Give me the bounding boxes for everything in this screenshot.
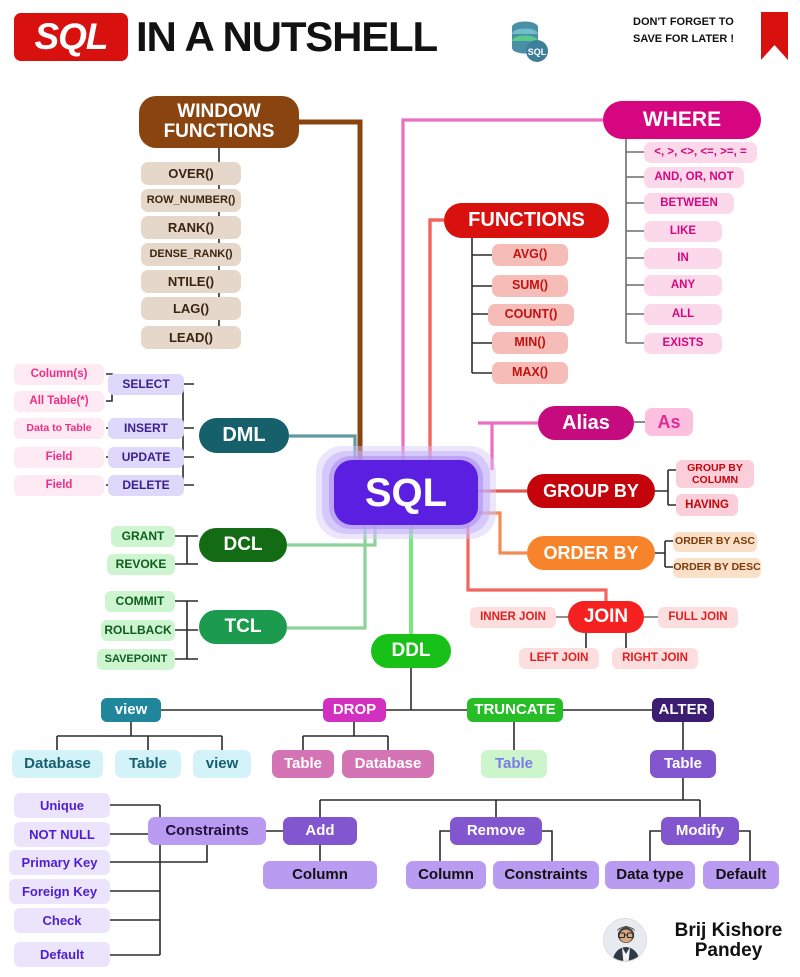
bookmark-icon <box>761 12 788 60</box>
node-alias[interactable]: Alias <box>538 406 634 440</box>
window-functions-title-line1: WINDOW <box>177 101 261 123</box>
join-inner[interactable]: INNER JOIN <box>470 607 556 628</box>
save-note-line1: DON'T FORGET TO <box>633 16 734 28</box>
window-function-item[interactable]: LAG() <box>141 297 241 320</box>
function-item[interactable]: COUNT() <box>488 304 574 326</box>
node-truncate[interactable]: TRUNCATE <box>467 698 563 722</box>
node-join[interactable]: JOIN <box>568 601 644 633</box>
where-item[interactable]: ALL <box>644 304 722 325</box>
drop-item[interactable]: Database <box>342 750 434 778</box>
constraint-item[interactable]: Primary Key <box>9 850 110 875</box>
node-where[interactable]: WHERE <box>603 101 761 139</box>
header-sql-logo: SQL <box>14 13 128 61</box>
where-item[interactable]: LIKE <box>644 221 722 242</box>
where-item[interactable]: AND, OR, NOT <box>644 167 744 188</box>
function-item[interactable]: AVG() <box>492 244 568 266</box>
group-by-item-line2: COLUMN <box>691 474 739 486</box>
tcl-item[interactable]: SAVEPOINT <box>97 649 175 670</box>
svg-text:SQL: SQL <box>528 47 547 57</box>
node-dml[interactable]: DML <box>199 418 289 453</box>
node-modify[interactable]: Modify <box>661 817 739 845</box>
tcl-item[interactable]: COMMIT <box>105 591 175 612</box>
where-item[interactable]: IN <box>644 248 722 269</box>
save-for-later-note: DON'T FORGET TO SAVE FOR LATER ! <box>633 14 751 54</box>
group-by-item-line1: GROUP BY <box>687 461 743 474</box>
window-function-item[interactable]: LEAD() <box>141 326 241 349</box>
node-functions[interactable]: FUNCTIONS <box>444 203 609 238</box>
join-left[interactable]: LEFT JOIN <box>519 648 599 669</box>
node-ddl[interactable]: DDL <box>371 634 451 668</box>
node-add[interactable]: Add <box>283 817 357 845</box>
dml-detail[interactable]: Field <box>14 475 104 496</box>
view-item[interactable]: view <box>193 750 251 778</box>
dml-detail[interactable]: Column(s) <box>14 364 104 385</box>
node-drop[interactable]: DROP <box>323 698 386 722</box>
view-item[interactable]: Table <box>115 750 181 778</box>
drop-item[interactable]: Table <box>272 750 334 778</box>
group-by-item[interactable]: GROUP BY COLUMN <box>676 460 754 488</box>
dcl-item[interactable]: REVOKE <box>107 554 175 575</box>
constraint-item[interactable]: Unique <box>14 793 110 818</box>
avatar <box>603 918 647 962</box>
join-full[interactable]: FULL JOIN <box>658 607 738 628</box>
node-dcl[interactable]: DCL <box>199 528 287 562</box>
window-function-item[interactable]: DENSE_RANK() <box>141 243 241 266</box>
node-order-by[interactable]: ORDER BY <box>527 536 655 570</box>
node-tcl[interactable]: TCL <box>199 610 287 644</box>
remove-item[interactable]: Column <box>406 861 486 889</box>
node-constraints[interactable]: Constraints <box>148 817 266 845</box>
function-item[interactable]: MIN() <box>492 332 568 354</box>
node-view[interactable]: view <box>101 698 161 722</box>
author-name: Brij Kishore Pandey <box>674 920 783 961</box>
order-by-item[interactable]: ORDER BY ASC <box>673 532 757 552</box>
alias-item-as[interactable]: As <box>645 408 693 436</box>
function-item[interactable]: SUM() <box>492 275 568 297</box>
where-item[interactable]: ANY <box>644 275 722 296</box>
save-note-line2: SAVE FOR LATER ! <box>633 32 735 45</box>
node-alter[interactable]: ALTER <box>652 698 714 722</box>
dml-command[interactable]: DELETE <box>108 475 184 496</box>
constraint-item[interactable]: Check <box>14 908 110 933</box>
node-window-functions[interactable]: WINDOW FUNCTIONS <box>139 96 299 148</box>
where-item[interactable]: <, >, <>, <=, >=, = <box>644 142 757 163</box>
constraint-item[interactable]: Foreign Key <box>9 879 110 904</box>
where-item[interactable]: BETWEEN <box>644 193 734 214</box>
modify-item[interactable]: Default <box>703 861 779 889</box>
constraint-item[interactable]: NOT NULL <box>14 822 110 847</box>
join-right[interactable]: RIGHT JOIN <box>612 648 698 669</box>
dml-detail[interactable]: Field <box>14 447 104 468</box>
dml-command[interactable]: SELECT <box>108 374 184 395</box>
dcl-item[interactable]: GRANT <box>111 526 175 547</box>
constraint-item[interactable]: Default <box>14 942 110 967</box>
window-function-item[interactable]: ROW_NUMBER() <box>141 189 241 212</box>
remove-item[interactable]: Constraints <box>493 861 599 889</box>
tcl-item[interactable]: ROLLBACK <box>101 620 175 641</box>
alter-item[interactable]: Table <box>650 750 716 778</box>
view-item[interactable]: Database <box>12 750 103 778</box>
window-functions-title-line2: FUNCTIONS <box>163 121 275 142</box>
dml-command[interactable]: INSERT <box>108 418 184 439</box>
node-group-by[interactable]: GROUP BY <box>527 474 655 508</box>
where-item[interactable]: EXISTS <box>644 333 722 354</box>
modify-item[interactable]: Data type <box>605 861 695 889</box>
group-by-item[interactable]: HAVING <box>676 494 738 516</box>
dml-detail[interactable]: Data to Table <box>14 418 104 439</box>
order-by-item[interactable]: ORDER BY DESC <box>673 558 761 578</box>
window-function-item[interactable]: NTILE() <box>141 270 241 293</box>
node-remove[interactable]: Remove <box>450 817 542 845</box>
function-item[interactable]: MAX() <box>492 362 568 384</box>
dml-detail[interactable]: All Table(*) <box>14 391 104 412</box>
window-function-item[interactable]: OVER() <box>141 162 241 185</box>
page-title: IN A NUTSHELL <box>136 12 438 60</box>
dml-command[interactable]: UPDATE <box>108 447 184 468</box>
window-function-item[interactable]: RANK() <box>141 216 241 239</box>
node-sql-center[interactable]: SQL <box>334 460 478 525</box>
database-icon: SQL <box>505 20 551 64</box>
truncate-item[interactable]: Table <box>481 750 547 778</box>
add-item[interactable]: Column <box>263 861 377 889</box>
